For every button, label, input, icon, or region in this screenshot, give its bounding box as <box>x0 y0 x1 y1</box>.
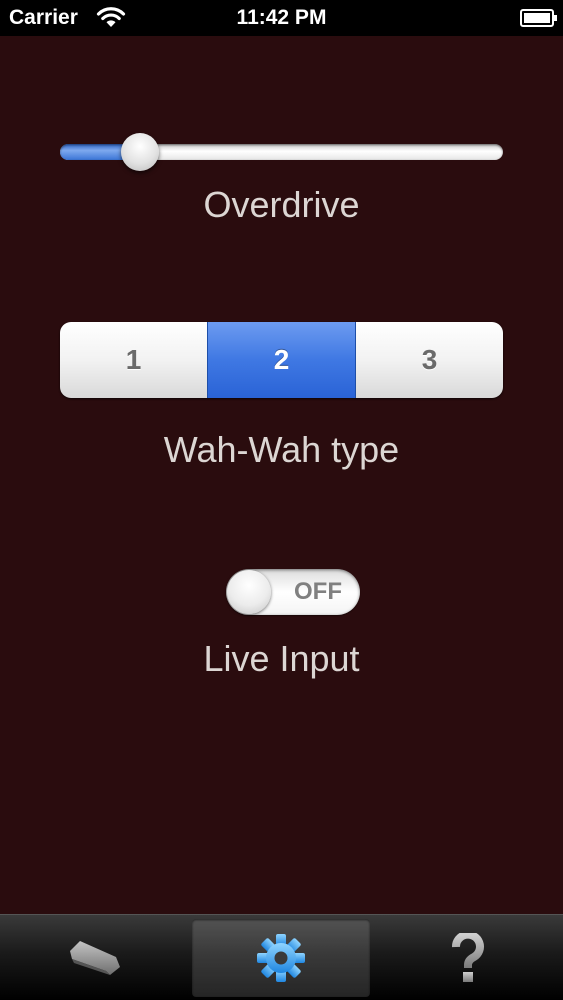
overdrive-label: Overdrive <box>203 184 360 225</box>
wah-type-option-2[interactable]: 2 <box>207 322 356 398</box>
question-mark-icon <box>452 933 484 982</box>
status-bar: Carrier 11:42 PM <box>0 0 563 36</box>
overdrive-slider[interactable] <box>60 133 503 171</box>
tab-pedal[interactable] <box>6 919 184 997</box>
gear-icon <box>257 934 305 982</box>
wah-type-option-1[interactable]: 1 <box>60 322 207 398</box>
wah-wah-type-label: Wah-Wah type <box>163 429 400 470</box>
slider-thumb[interactable] <box>120 133 159 171</box>
toggle-knob[interactable] <box>227 570 271 614</box>
tab-settings[interactable] <box>192 919 370 997</box>
tab-help[interactable] <box>379 919 557 997</box>
settings-panel: Overdrive 1 2 3 Wah-Wah type OFF Live In… <box>0 36 563 914</box>
live-input-label: Live Input <box>203 638 360 679</box>
wah-wah-type-selector[interactable]: 1 2 3 <box>60 322 503 398</box>
tab-bar <box>0 914 563 1000</box>
clock: 11:42 PM <box>236 6 327 29</box>
battery-icon <box>520 9 557 27</box>
pedal-icon <box>70 941 120 975</box>
live-input-toggle[interactable]: OFF <box>226 569 360 615</box>
wah-type-option-3[interactable]: 3 <box>356 322 503 398</box>
toggle-state-text: OFF <box>294 578 342 605</box>
